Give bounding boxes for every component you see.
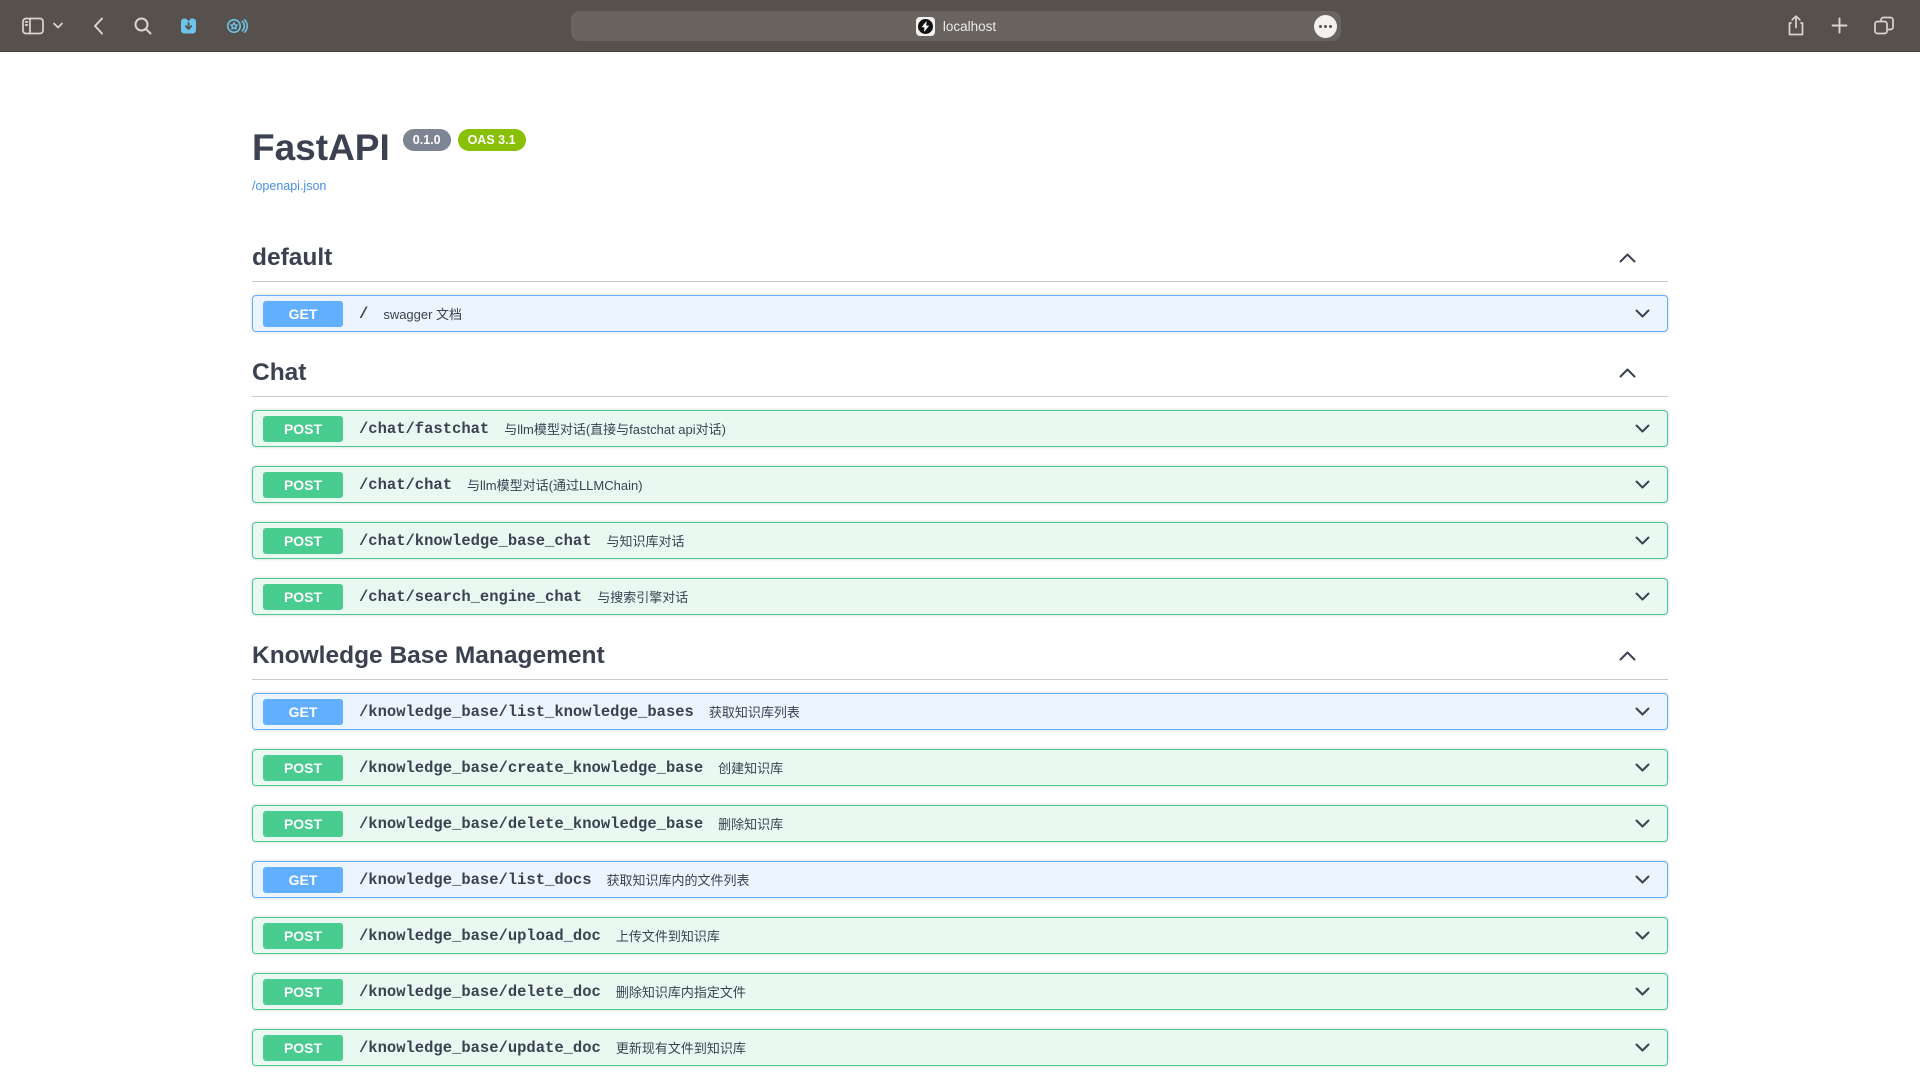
endpoint-description: 获取知识库内的文件列表 — [607, 870, 750, 889]
oas-badge: OAS 3.1 — [458, 129, 526, 151]
http-method-badge: GET — [263, 867, 343, 893]
section-knowledge-base-management: Knowledge Base Management GET /knowledge… — [252, 642, 1668, 1080]
http-method-badge: POST — [263, 472, 343, 498]
chevron-down-icon[interactable] — [1635, 480, 1650, 489]
endpoint-description: 创建知识库 — [718, 758, 783, 777]
swagger-page: FastAPI 0.1.0 OAS 3.1 /openapi.json defa… — [252, 52, 1668, 1080]
endpoint-path: /knowledge_base/list_docs — [359, 871, 592, 889]
section-divider — [252, 281, 1668, 282]
section-chat: Chat POST /chat/fastchat 与llm模型对话(直接与fas… — [252, 359, 1668, 615]
sidebar-chevron-down-icon[interactable] — [53, 22, 63, 29]
share-icon[interactable] — [1787, 15, 1805, 36]
endpoint-description: 获取知识库列表 — [709, 702, 800, 721]
endpoint-description: 上传文件到知识库 — [616, 926, 720, 945]
http-method-badge: POST — [263, 584, 343, 610]
http-method-badge: POST — [263, 1035, 343, 1061]
chevron-down-icon[interactable] — [1635, 819, 1650, 828]
endpoint-path: /knowledge_base/list_knowledge_bases — [359, 703, 694, 721]
chevron-down-icon[interactable] — [1635, 592, 1650, 601]
endpoint-row-list-docs[interactable]: GET /knowledge_base/list_docs 获取知识库内的文件列… — [252, 861, 1668, 898]
search-icon[interactable] — [134, 17, 152, 35]
section-header-chat[interactable]: Chat — [252, 359, 1668, 396]
browser-toolbar: localhost — [0, 0, 1920, 52]
endpoint-path: /chat/chat — [359, 476, 452, 494]
endpoint-path: /knowledge_base/delete_doc — [359, 983, 601, 1001]
chevron-up-icon[interactable] — [1619, 368, 1636, 378]
back-icon[interactable] — [93, 17, 104, 35]
endpoint-description: 删除知识库内指定文件 — [616, 982, 746, 1001]
http-method-badge: POST — [263, 979, 343, 1005]
endpoint-description: 删除知识库 — [718, 814, 783, 833]
endpoint-row-create-knowledge-base[interactable]: POST /knowledge_base/create_knowledge_ba… — [252, 749, 1668, 786]
http-method-badge: POST — [263, 528, 343, 554]
endpoint-row-chat-fastchat[interactable]: POST /chat/fastchat 与llm模型对话(直接与fastchat… — [252, 410, 1668, 447]
endpoint-path: /knowledge_base/create_knowledge_base — [359, 759, 703, 777]
chevron-down-icon[interactable] — [1635, 763, 1650, 772]
http-method-badge: GET — [263, 699, 343, 725]
address-host: localhost — [943, 19, 996, 34]
endpoint-row-upload-doc[interactable]: POST /knowledge_base/upload_doc 上传文件到知识库 — [252, 917, 1668, 954]
endpoint-description: swagger 文档 — [383, 304, 462, 323]
http-method-badge: GET — [263, 301, 343, 327]
endpoint-path: /chat/knowledge_base_chat — [359, 532, 592, 550]
endpoint-path: /knowledge_base/upload_doc — [359, 927, 601, 945]
endpoint-description: 与搜索引擎对话 — [597, 587, 688, 606]
endpoint-description: 与llm模型对话(通过LLMChain) — [467, 475, 643, 494]
page-title: FastAPI — [252, 126, 390, 170]
endpoint-row-search-engine-chat[interactable]: POST /chat/search_engine_chat 与搜索引擎对话 — [252, 578, 1668, 615]
chevron-down-icon[interactable] — [1635, 536, 1650, 545]
new-tab-icon[interactable] — [1831, 17, 1848, 34]
chevron-up-icon[interactable] — [1619, 253, 1636, 263]
endpoint-description: 与知识库对话 — [607, 531, 685, 550]
endpoint-row-delete-knowledge-base[interactable]: POST /knowledge_base/delete_knowledge_ba… — [252, 805, 1668, 842]
endpoint-row-knowledge-base-chat[interactable]: POST /chat/knowledge_base_chat 与知识库对话 — [252, 522, 1668, 559]
endpoint-row-root[interactable]: GET / swagger 文档 — [252, 295, 1668, 332]
sidebar-icon[interactable] — [22, 17, 44, 35]
endpoint-row-update-doc[interactable]: POST /knowledge_base/update_doc 更新现有文件到知… — [252, 1029, 1668, 1066]
endpoint-row-chat-chat[interactable]: POST /chat/chat 与llm模型对话(通过LLMChain) — [252, 466, 1668, 503]
section-divider — [252, 679, 1668, 680]
section-title: Chat — [252, 359, 306, 387]
pinboard-extension-icon[interactable] — [178, 16, 199, 36]
api-title-block: FastAPI 0.1.0 OAS 3.1 — [252, 126, 1668, 170]
chevron-down-icon[interactable] — [1635, 1043, 1650, 1052]
endpoint-description: 更新现有文件到知识库 — [616, 1038, 746, 1057]
ellipsis-icon[interactable] — [1314, 15, 1337, 38]
openapi-spec-link[interactable]: /openapi.json — [252, 179, 326, 193]
endpoint-row-delete-doc[interactable]: POST /knowledge_base/delete_doc 删除知识库内指定… — [252, 973, 1668, 1010]
section-header-default[interactable]: default — [252, 244, 1668, 281]
http-method-badge: POST — [263, 416, 343, 442]
section-default: default GET / swagger 文档 — [252, 244, 1668, 332]
endpoint-path: /chat/search_engine_chat — [359, 588, 582, 606]
radial-extension-icon[interactable] — [225, 16, 249, 36]
chevron-down-icon[interactable] — [1635, 931, 1650, 940]
chevron-up-icon[interactable] — [1619, 651, 1636, 661]
endpoint-path: /knowledge_base/update_doc — [359, 1039, 601, 1057]
chevron-down-icon[interactable] — [1635, 707, 1650, 716]
section-divider — [252, 396, 1668, 397]
section-title: Knowledge Base Management — [252, 642, 605, 670]
endpoint-description: 与llm模型对话(直接与fastchat api对话) — [504, 419, 726, 438]
http-method-badge: POST — [263, 811, 343, 837]
section-title: default — [252, 244, 332, 272]
version-badge: 0.1.0 — [403, 129, 451, 151]
chevron-down-icon[interactable] — [1635, 424, 1650, 433]
endpoint-path: /chat/fastchat — [359, 420, 489, 438]
tabs-overview-icon[interactable] — [1874, 16, 1894, 35]
chevron-down-icon[interactable] — [1635, 309, 1650, 318]
endpoint-path: /knowledge_base/delete_knowledge_base — [359, 815, 703, 833]
address-bar[interactable]: localhost — [571, 11, 1341, 41]
site-favicon-bolt-icon — [916, 17, 935, 36]
http-method-badge: POST — [263, 923, 343, 949]
chevron-down-icon[interactable] — [1635, 875, 1650, 884]
chevron-down-icon[interactable] — [1635, 987, 1650, 996]
endpoint-path: / — [359, 305, 368, 323]
http-method-badge: POST — [263, 755, 343, 781]
section-header-knowledge-base-management[interactable]: Knowledge Base Management — [252, 642, 1668, 679]
endpoint-row-list-knowledge-bases[interactable]: GET /knowledge_base/list_knowledge_bases… — [252, 693, 1668, 730]
